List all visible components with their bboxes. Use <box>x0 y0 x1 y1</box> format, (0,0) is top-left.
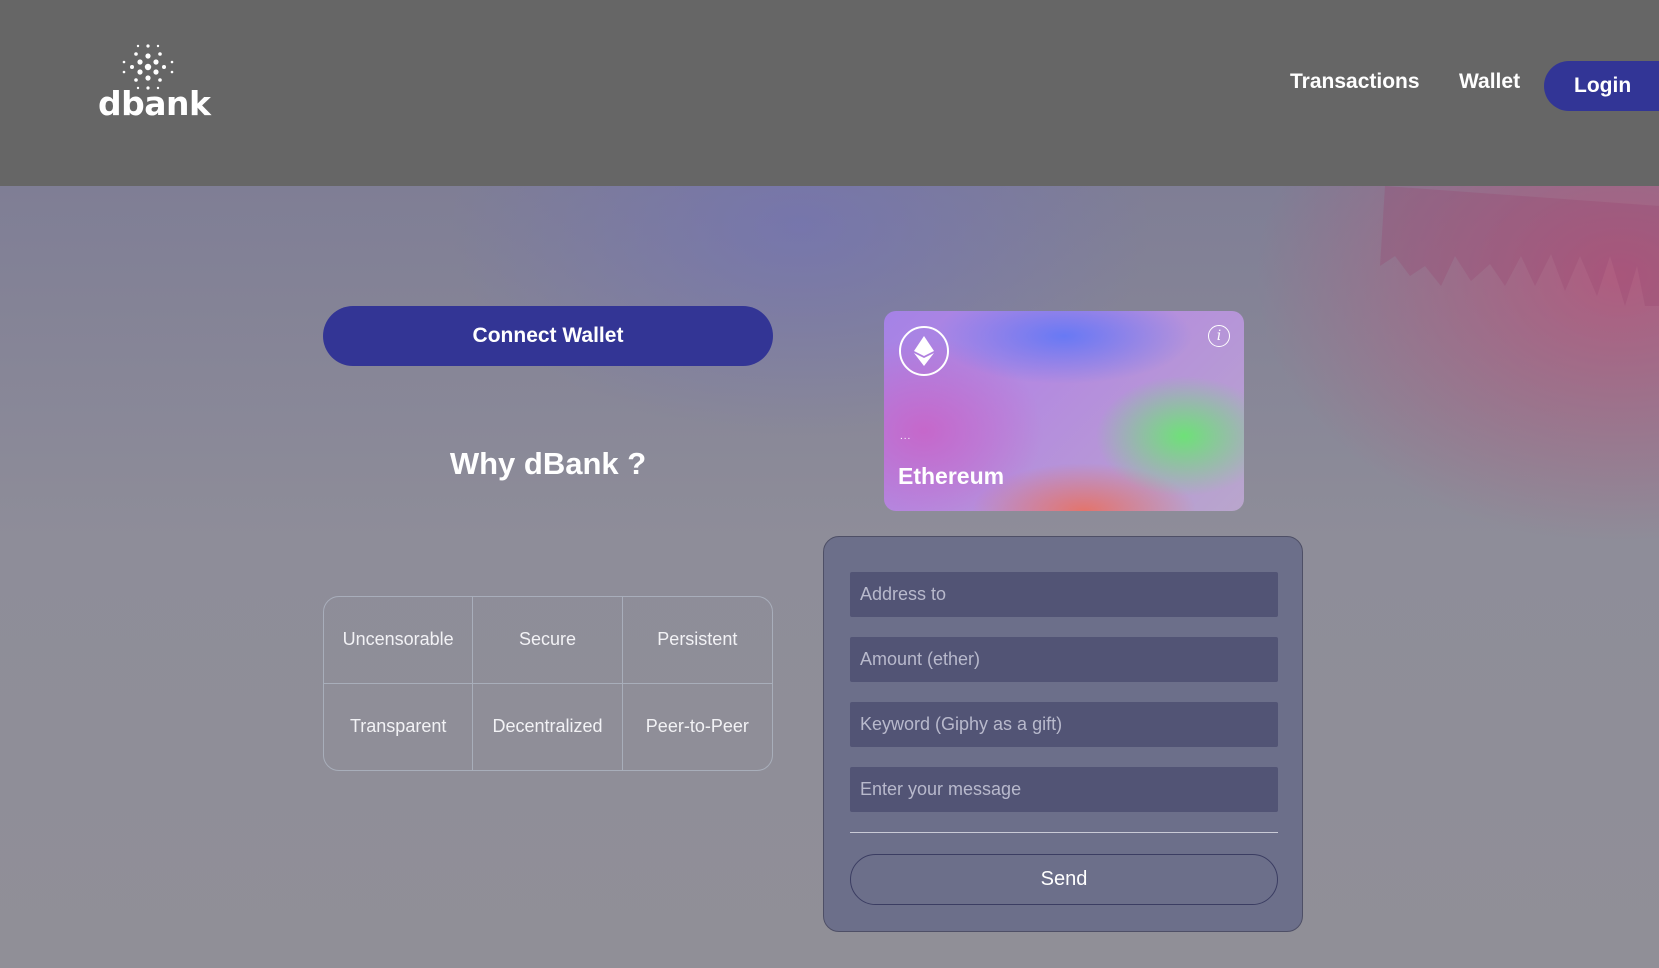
nav-wallet[interactable]: Wallet <box>1459 70 1520 94</box>
send-button[interactable]: Send <box>850 854 1278 905</box>
login-button[interactable]: Login <box>1544 61 1659 111</box>
nav-transactions[interactable]: Transactions <box>1290 70 1420 94</box>
feature-cell: Uncensorable <box>324 597 474 684</box>
ethereum-card: i ... Ethereum <box>884 311 1244 511</box>
amount-input[interactable] <box>850 637 1278 682</box>
connect-wallet-button[interactable]: Connect Wallet <box>323 306 773 366</box>
feature-cell: Peer-to-Peer <box>645 716 749 737</box>
address-input[interactable] <box>850 572 1278 617</box>
card-dots: ... <box>900 431 912 442</box>
header: dbank Transactions Wallet Login <box>0 0 1659 186</box>
feature-cell: Transparent <box>324 683 474 770</box>
why-dbank-heading: Why dBank ? <box>449 446 647 481</box>
send-form-panel: Send <box>823 536 1303 932</box>
message-input[interactable] <box>850 767 1278 812</box>
feature-cell: Secure <box>473 597 623 684</box>
feature-cell: Decentralized <box>473 683 623 770</box>
brand-name: dbank <box>98 84 211 123</box>
keyword-input[interactable] <box>850 702 1278 747</box>
decorative-shape <box>1380 186 1659 306</box>
features-grid: Uncensorable Secure Persistent Transpare… <box>323 596 773 771</box>
info-icon[interactable]: i <box>1208 325 1230 347</box>
form-divider <box>850 832 1278 833</box>
dbank-logo[interactable]: dbank <box>96 42 211 123</box>
feature-cell: Persistent <box>622 597 772 684</box>
card-currency-label: Ethereum <box>898 463 1005 489</box>
ethereum-icon <box>899 326 949 376</box>
